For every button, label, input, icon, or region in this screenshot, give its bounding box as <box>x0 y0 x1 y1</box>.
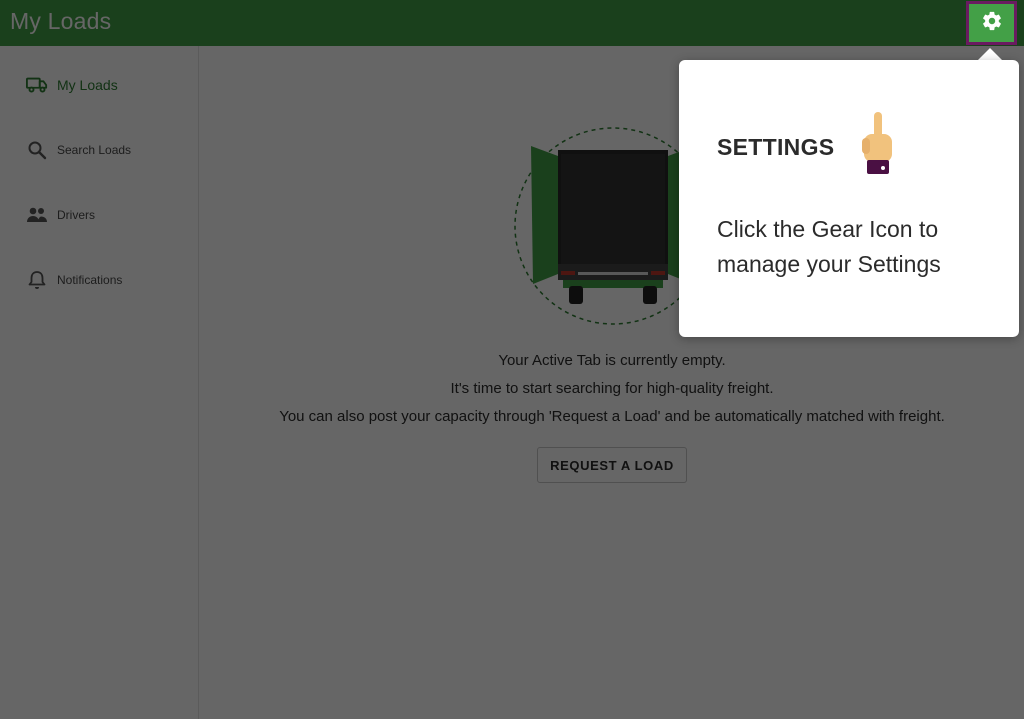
sidebar-item-label: Search Loads <box>57 143 132 157</box>
bell-icon <box>26 269 48 291</box>
sidebar: My Loads Search Loads Drivers Notificati… <box>0 46 199 719</box>
settings-button[interactable] <box>966 1 1017 45</box>
tooltip-body: Click the Gear Icon to manage your Setti… <box>717 216 941 277</box>
truck-icon <box>26 74 48 96</box>
empty-state-line: It's time to start searching for high-qu… <box>450 380 774 397</box>
sidebar-item-notifications[interactable]: Notifications <box>0 260 199 300</box>
request-load-button[interactable]: REQUEST A LOAD <box>537 447 687 483</box>
sidebar-item-drivers[interactable]: Drivers <box>0 195 199 235</box>
sidebar-item-search-loads[interactable]: Search Loads <box>0 130 199 170</box>
gear-icon <box>981 10 1003 37</box>
pointing-hand-icon <box>854 108 900 176</box>
sidebar-item-label: Drivers <box>57 208 95 222</box>
settings-tooltip: SETTINGS Click the Gear Icon to manage y… <box>679 60 1019 337</box>
empty-state-line: You can also post your capacity through … <box>279 408 945 425</box>
sidebar-item-label: My Loads <box>57 77 118 93</box>
people-icon <box>26 204 48 226</box>
page-title: My Loads <box>10 8 112 34</box>
search-icon <box>26 139 48 161</box>
empty-state-line: Your Active Tab is currently empty. <box>498 352 726 369</box>
tooltip-title: SETTINGS <box>717 134 835 160</box>
sidebar-item-label: Notifications <box>57 273 123 287</box>
sidebar-item-my-loads[interactable]: My Loads <box>0 65 199 105</box>
app-header: My Loads <box>0 0 1024 46</box>
